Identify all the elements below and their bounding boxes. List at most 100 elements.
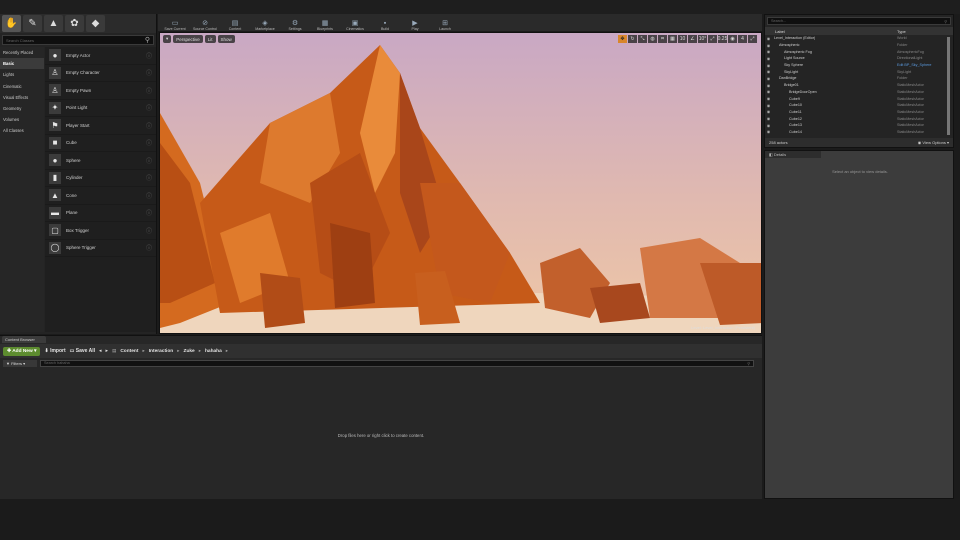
back-icon[interactable]: ◂: [99, 348, 102, 354]
list-item[interactable]: ⚑ Player Start ⓘ: [45, 117, 156, 135]
save-all-button[interactable]: ▭ Save All: [70, 348, 95, 354]
list-item[interactable]: ▬ Plane ⓘ: [45, 205, 156, 222]
outliner-row[interactable]: ◉ Cube14 StaticMeshActor: [765, 129, 953, 136]
surface-snap-icon[interactable]: ⌗: [658, 35, 667, 43]
eye-icon[interactable]: ◉: [765, 123, 772, 128]
list-item[interactable]: ◯ Sphere Trigger ⓘ: [45, 240, 156, 257]
scale-snap-icon[interactable]: ⤢: [708, 35, 717, 43]
add-new-button[interactable]: ✚ Add New ▾: [3, 346, 41, 356]
outliner-scrollbar[interactable]: [947, 37, 950, 135]
content-search-input[interactable]: Search hahaha ⚲: [40, 359, 754, 367]
place-mode-icon[interactable]: ✋: [2, 15, 21, 32]
eye-icon[interactable]: ◉: [765, 69, 772, 74]
rotation-snap-value[interactable]: 10°: [698, 35, 707, 43]
foliage-mode-icon[interactable]: ✿: [65, 15, 84, 32]
eye-icon[interactable]: ◉: [765, 116, 772, 121]
settings-button[interactable]: ⚙ Settings: [280, 14, 310, 31]
eye-icon[interactable]: ◉: [765, 76, 772, 81]
source-control-button[interactable]: ⊘ Source Control: [190, 14, 220, 31]
play-button[interactable]: ▶ Play: [400, 14, 430, 31]
breadcrumb-zuke[interactable]: Zuke: [184, 349, 195, 354]
world-icon[interactable]: ◍: [648, 35, 657, 43]
import-button[interactable]: ⬇ Import: [44, 348, 65, 354]
eye-icon[interactable]: ◉: [765, 83, 772, 88]
list-item[interactable]: ● Sphere ⓘ: [45, 152, 156, 170]
translate-icon[interactable]: ✥: [618, 35, 627, 43]
marketplace-button[interactable]: ◈ Marketplace: [250, 14, 280, 31]
content-browser-tab[interactable]: Content Browser: [2, 336, 46, 343]
type-column-header[interactable]: Type: [897, 29, 906, 34]
save-current-button[interactable]: ▭ Save Current: [160, 14, 190, 31]
category-lights[interactable]: Lights: [0, 69, 44, 80]
category-visual-effects[interactable]: Visual Effects: [0, 92, 44, 103]
outliner-row[interactable]: ◉ Atmospheric Folder: [765, 42, 953, 49]
grid-snap-value[interactable]: 10: [678, 35, 687, 43]
breadcrumb-interaction[interactable]: Interaction: [149, 349, 174, 354]
perspective-button[interactable]: Perspective: [173, 35, 203, 43]
list-item[interactable]: ▢ Box Trigger ⓘ: [45, 222, 156, 240]
show-button[interactable]: Show: [217, 35, 235, 43]
cinematics-button[interactable]: ▣ Cinematics: [340, 14, 370, 31]
camera-speed-icon[interactable]: ◉: [728, 35, 737, 43]
eye-icon[interactable]: ◉: [765, 49, 772, 54]
list-item[interactable]: ▮ Cylinder ⓘ: [45, 170, 156, 187]
camera-speed-value[interactable]: 4: [738, 35, 747, 43]
eye-icon[interactable]: ◉: [765, 56, 772, 61]
outliner-row[interactable]: ◉ BridgeDoorOpen StaticMeshActor: [765, 89, 953, 96]
outliner-row[interactable]: ◉ Bridge01 StaticMeshActor: [765, 82, 953, 89]
geometry-mode-icon[interactable]: ◆: [86, 15, 105, 32]
category-geometry[interactable]: Geometry: [0, 103, 44, 114]
outliner-row[interactable]: ◉ DanBridge Folder: [765, 75, 953, 82]
category-recently-placed[interactable]: Recently Placed: [0, 47, 44, 58]
category-basic[interactable]: Basic: [0, 58, 44, 70]
details-tab[interactable]: ◧ Details: [765, 151, 821, 158]
landscape-mode-icon[interactable]: ▲: [44, 15, 63, 32]
scale-icon[interactable]: ⤡: [638, 35, 647, 43]
build-button[interactable]: ▪ Build: [370, 14, 400, 31]
paint-mode-icon[interactable]: ✎: [23, 15, 42, 32]
edit-blueprint-link[interactable]: Edit BP_Sky_Sphere: [897, 63, 947, 67]
filters-button[interactable]: ▼ Filters ▾: [3, 359, 37, 367]
category-volumes[interactable]: Volumes: [0, 114, 44, 125]
category-all-classes[interactable]: All Classes: [0, 125, 44, 136]
breadcrumb-content[interactable]: Content: [120, 349, 138, 354]
outliner-row[interactable]: ◉ Cube11 StaticMeshActor: [765, 109, 953, 116]
class-search-input[interactable]: Search Classes ⚲: [2, 35, 154, 45]
outliner-row[interactable]: ◉ SkyLight SkyLight: [765, 68, 953, 75]
viewport-menu-button[interactable]: ▾: [163, 35, 172, 43]
outliner-row[interactable]: ◉ Cube12 StaticMeshActor: [765, 115, 953, 122]
eye-icon[interactable]: ◉: [765, 109, 772, 114]
view-options-button[interactable]: ◉ View Options ▾: [918, 140, 949, 145]
launch-button[interactable]: ⊞ Launch: [430, 14, 460, 31]
outliner-row[interactable]: ◉ Level_Interaction (Editor) World: [765, 35, 953, 42]
level-viewport[interactable]: ▾ Perspective Lit Show ✥ ↻ ⤡ ◍ ⌗ ▦ 10 ∠ …: [159, 32, 762, 334]
outliner-search-input[interactable]: Search... ⚲: [767, 17, 951, 25]
list-item[interactable]: ♙ Empty Pawn ⓘ: [45, 82, 156, 100]
forward-icon[interactable]: ▸: [106, 348, 109, 354]
label-column-header[interactable]: Label: [765, 29, 897, 34]
list-item[interactable]: ■ Cube ⓘ: [45, 135, 156, 152]
list-item[interactable]: ♙ Empty Character ⓘ: [45, 65, 156, 82]
outliner-row[interactable]: ◉ Cube9 StaticMeshActor: [765, 95, 953, 102]
rotate-icon[interactable]: ↻: [628, 35, 637, 43]
outliner-row[interactable]: ◉ Atmospheric Fog AtmosphericFog: [765, 48, 953, 55]
list-item[interactable]: ✦ Point Light ⓘ: [45, 100, 156, 117]
eye-icon[interactable]: ◉: [765, 36, 772, 41]
maximize-icon[interactable]: ⤢: [748, 35, 757, 43]
content-button[interactable]: ▤ Content: [220, 14, 250, 31]
eye-icon[interactable]: ◉: [765, 103, 772, 108]
list-item[interactable]: ▲ Cone ⓘ: [45, 187, 156, 205]
grid-snap-icon[interactable]: ▦: [668, 35, 677, 43]
outliner-row[interactable]: ◉ Cube10 StaticMeshActor: [765, 102, 953, 109]
outliner-row[interactable]: ◉ Light Source DirectionalLight: [765, 55, 953, 62]
eye-icon[interactable]: ◉: [765, 89, 772, 94]
category-cinematic[interactable]: Cinematic: [0, 81, 44, 92]
eye-icon[interactable]: ◉: [765, 129, 772, 134]
eye-icon[interactable]: ◉: [765, 63, 772, 68]
eye-icon[interactable]: ◉: [765, 96, 772, 101]
outliner-row[interactable]: ◉ Sky Sphere Edit BP_Sky_Sphere: [765, 62, 953, 69]
blueprints-button[interactable]: ▦ Blueprints: [310, 14, 340, 31]
scale-snap-value[interactable]: 0.25: [718, 35, 727, 43]
outliner-row[interactable]: ◉ Cube13 StaticMeshActor: [765, 122, 953, 129]
rotation-snap-icon[interactable]: ∠: [688, 35, 697, 43]
